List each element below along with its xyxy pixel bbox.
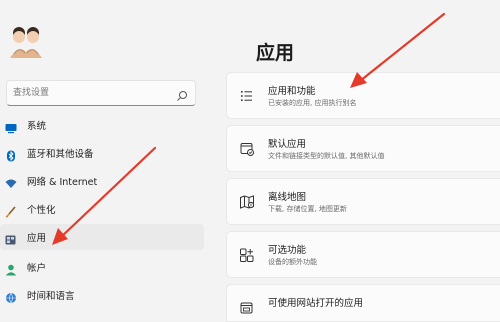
sidebar-item-label: 应用 bbox=[27, 233, 47, 244]
card-default-apps[interactable]: 默认应用 文件和链接类型的默认值, 其他默认值 bbox=[226, 125, 500, 172]
sidebar-item-network[interactable]: 网络 & Internet bbox=[0, 168, 204, 194]
sidebar-item-label: 系统 bbox=[27, 121, 47, 132]
person-icon bbox=[5, 261, 17, 276]
card-subtitle: 设备的额外功能 bbox=[268, 258, 317, 266]
search-icon[interactable] bbox=[176, 87, 188, 101]
apps-icon bbox=[5, 231, 17, 245]
list-icon bbox=[239, 88, 255, 104]
search-box[interactable] bbox=[6, 80, 196, 106]
card-title: 离线地图 bbox=[268, 192, 307, 203]
sidebar-item-label: 个性化 bbox=[27, 205, 56, 216]
map-icon bbox=[239, 194, 255, 210]
wifi-icon bbox=[5, 175, 17, 188]
card-title: 默认应用 bbox=[268, 139, 307, 150]
brush-icon bbox=[5, 203, 17, 218]
sidebar-item-label: 帐户 bbox=[27, 263, 47, 274]
sidebar-item-bluetooth[interactable]: 蓝牙和其他设备 bbox=[0, 140, 204, 166]
web-apps-icon bbox=[239, 300, 255, 316]
card-apps-features[interactable]: 应用和功能 已安装的应用, 应用执行别名 bbox=[226, 72, 500, 119]
card-subtitle: 文件和链接类型的默认值, 其他默认值 bbox=[268, 152, 385, 160]
monitor-icon bbox=[5, 119, 17, 134]
optional-features-icon bbox=[239, 247, 255, 263]
card-offline-maps[interactable]: 离线地图 下载, 存储位置, 地图更新 bbox=[226, 178, 500, 225]
sidebar-item-personalization[interactable]: 个性化 bbox=[0, 196, 204, 222]
card-title: 可使用网站打开的应用 bbox=[268, 298, 364, 309]
sidebar-item-system[interactable]: 系统 bbox=[0, 112, 204, 138]
avatar[interactable] bbox=[6, 24, 46, 60]
sidebar-item-time-language[interactable]: 时间和语言 bbox=[0, 282, 204, 308]
sidebar-item-apps[interactable]: 应用 bbox=[0, 224, 204, 250]
card-subtitle: 下载, 存储位置, 地图更新 bbox=[268, 205, 347, 213]
card-optional-features[interactable]: 可选功能 设备的额外功能 bbox=[226, 231, 500, 278]
sidebar-item-label: 蓝牙和其他设备 bbox=[27, 149, 94, 160]
search-input[interactable] bbox=[13, 85, 173, 101]
sidebar: 系统 蓝牙和其他设备 网络 & Internet bbox=[0, 0, 210, 322]
sidebar-item-accounts[interactable]: 帐户 bbox=[0, 254, 204, 280]
bluetooth-icon bbox=[5, 147, 17, 162]
card-title: 可选功能 bbox=[268, 245, 307, 256]
default-apps-icon bbox=[239, 141, 255, 157]
page-title: 应用 bbox=[256, 42, 295, 64]
settings-window: 系统 蓝牙和其他设备 网络 & Internet bbox=[0, 0, 500, 322]
globe-clock-icon bbox=[5, 289, 17, 304]
card-web-apps[interactable]: 可使用网站打开的应用 bbox=[226, 284, 500, 322]
sidebar-item-label: 网络 & Internet bbox=[27, 177, 98, 188]
sidebar-item-label: 时间和语言 bbox=[27, 291, 75, 302]
card-subtitle: 已安装的应用, 应用执行别名 bbox=[268, 99, 357, 107]
card-title: 应用和功能 bbox=[268, 86, 316, 97]
